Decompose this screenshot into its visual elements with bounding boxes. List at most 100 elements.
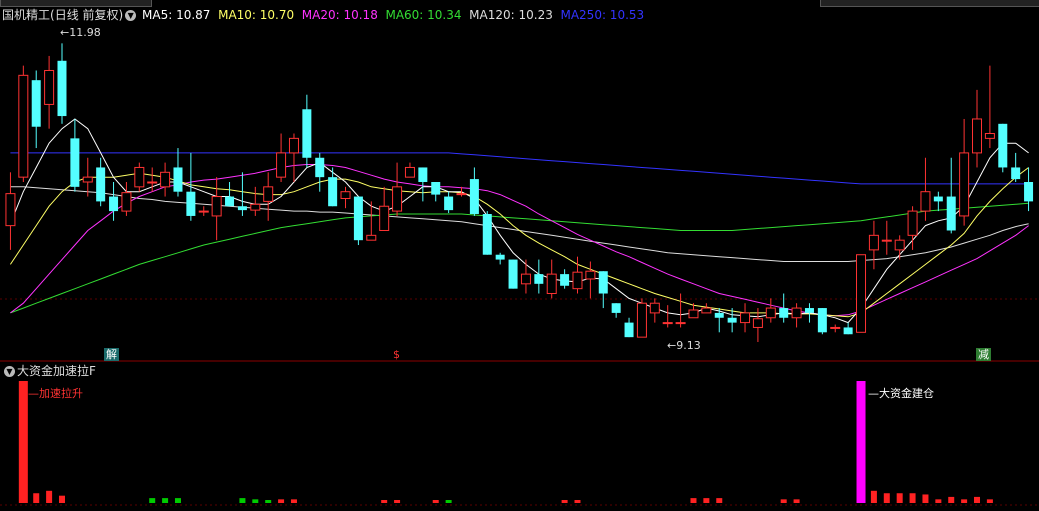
candle-down [109, 196, 119, 212]
event-tag-unlock[interactable]: 解 [104, 348, 119, 361]
candle-down [96, 167, 106, 202]
candle-up [288, 137, 299, 154]
indicator-bar [278, 499, 285, 503]
indicator-bar [46, 490, 53, 503]
candle-up [920, 191, 931, 212]
candle-down [946, 196, 956, 231]
candle-down [31, 80, 41, 127]
indicator-bar [690, 498, 697, 503]
ma5-label: MA5: 10.87 [142, 8, 211, 22]
indicator-bar [33, 493, 40, 503]
candle-down [70, 138, 80, 187]
candle-down [560, 274, 570, 286]
sub-panel-header: ▼ 大资金加速拉F [2, 364, 96, 378]
ma20-label: MA20: 10.18 [301, 8, 378, 22]
candle-down [804, 308, 814, 313]
candle-up [585, 270, 596, 280]
toolbar-strip-right [820, 0, 1039, 7]
candle-up [830, 326, 841, 329]
candle-up [456, 193, 467, 196]
candle-up [649, 302, 660, 314]
event-tag-reduce[interactable]: 减 [976, 348, 991, 361]
sub-indicator-name: 大资金加速拉F [17, 364, 96, 378]
kline-chart[interactable] [0, 0, 1039, 511]
low-price-value: 9.13 [676, 339, 701, 352]
candle-down [302, 109, 312, 158]
indicator-bar [574, 500, 581, 503]
indicator-bar [58, 495, 65, 503]
indicator-bar [909, 493, 916, 503]
candle-up [160, 171, 171, 188]
indicator-bar [445, 500, 452, 503]
candle-down [817, 308, 827, 333]
candle-up [662, 322, 673, 325]
candle-down [611, 303, 621, 313]
candle-down [508, 259, 518, 289]
candle-up [688, 309, 699, 319]
indicator-bar [896, 493, 903, 503]
ma120-label: MA120: 10.23 [469, 8, 553, 22]
annotation-accelerate-text: 加速拉升 [39, 387, 83, 400]
candle-up [959, 152, 970, 217]
collapse-icon[interactable]: ▼ [4, 366, 15, 377]
indicator-bar [18, 381, 28, 503]
period-label: (日线 前复权) [50, 8, 124, 22]
ma5-line [9, 118, 1029, 324]
indicator-bar [174, 498, 181, 503]
candle-down [237, 206, 247, 211]
candle-down [328, 177, 338, 207]
candle-down [933, 196, 943, 202]
candle-up [868, 234, 879, 251]
candle-down [624, 322, 634, 338]
annotation-accelerate: —加速拉升 [28, 387, 83, 400]
candle-up [572, 271, 583, 290]
candle-up [121, 192, 132, 212]
indicator-bar [974, 496, 981, 503]
indicator-bar [793, 499, 800, 503]
candle-down [534, 274, 544, 284]
candle-down [431, 182, 441, 195]
stock-name: 国机精工 [2, 8, 51, 22]
candle-down [57, 60, 67, 117]
candle-down [469, 179, 479, 214]
dropdown-icon[interactable]: ▼ [125, 10, 137, 21]
indicator-bar [149, 498, 156, 503]
candle-down [495, 254, 505, 260]
indicator-bar [381, 500, 388, 503]
candle-up [404, 166, 415, 178]
indicator-bar [986, 499, 993, 503]
candle-up [856, 254, 867, 333]
indicator-bar [394, 500, 401, 503]
candle-up [44, 69, 55, 105]
indicator-bar [290, 499, 297, 503]
candle-down [353, 196, 363, 241]
candle-up [379, 205, 390, 231]
ma10-label: MA10: 10.70 [218, 8, 295, 22]
event-tag-dividend[interactable]: $ [391, 348, 402, 361]
candle-down [418, 167, 428, 182]
indicator-bar [716, 498, 723, 503]
ma60-label: MA60: 10.34 [385, 8, 462, 22]
ma250-label: MA250: 10.53 [560, 8, 645, 22]
candle-up [546, 273, 557, 295]
indicator-bar [961, 499, 968, 503]
candle-up [82, 176, 93, 183]
candle-down [714, 312, 724, 318]
candle-down [1011, 167, 1021, 180]
indicator-bar [252, 499, 259, 503]
candle-up [752, 318, 763, 328]
toolbar-strip-left [0, 0, 152, 7]
candle-down [1024, 182, 1034, 202]
candle-up [881, 239, 892, 242]
candle-up [894, 239, 905, 251]
candle-up [740, 312, 751, 324]
annotation-big-fund: —大资金建仓 [868, 387, 934, 400]
candle-down [598, 271, 608, 294]
candle-up [520, 273, 531, 285]
indicator-bar [561, 500, 568, 503]
candle-up [366, 234, 377, 241]
indicator-bar [935, 499, 942, 503]
candle-up [198, 210, 209, 213]
candle-up [211, 196, 222, 217]
candle-down [482, 214, 492, 255]
